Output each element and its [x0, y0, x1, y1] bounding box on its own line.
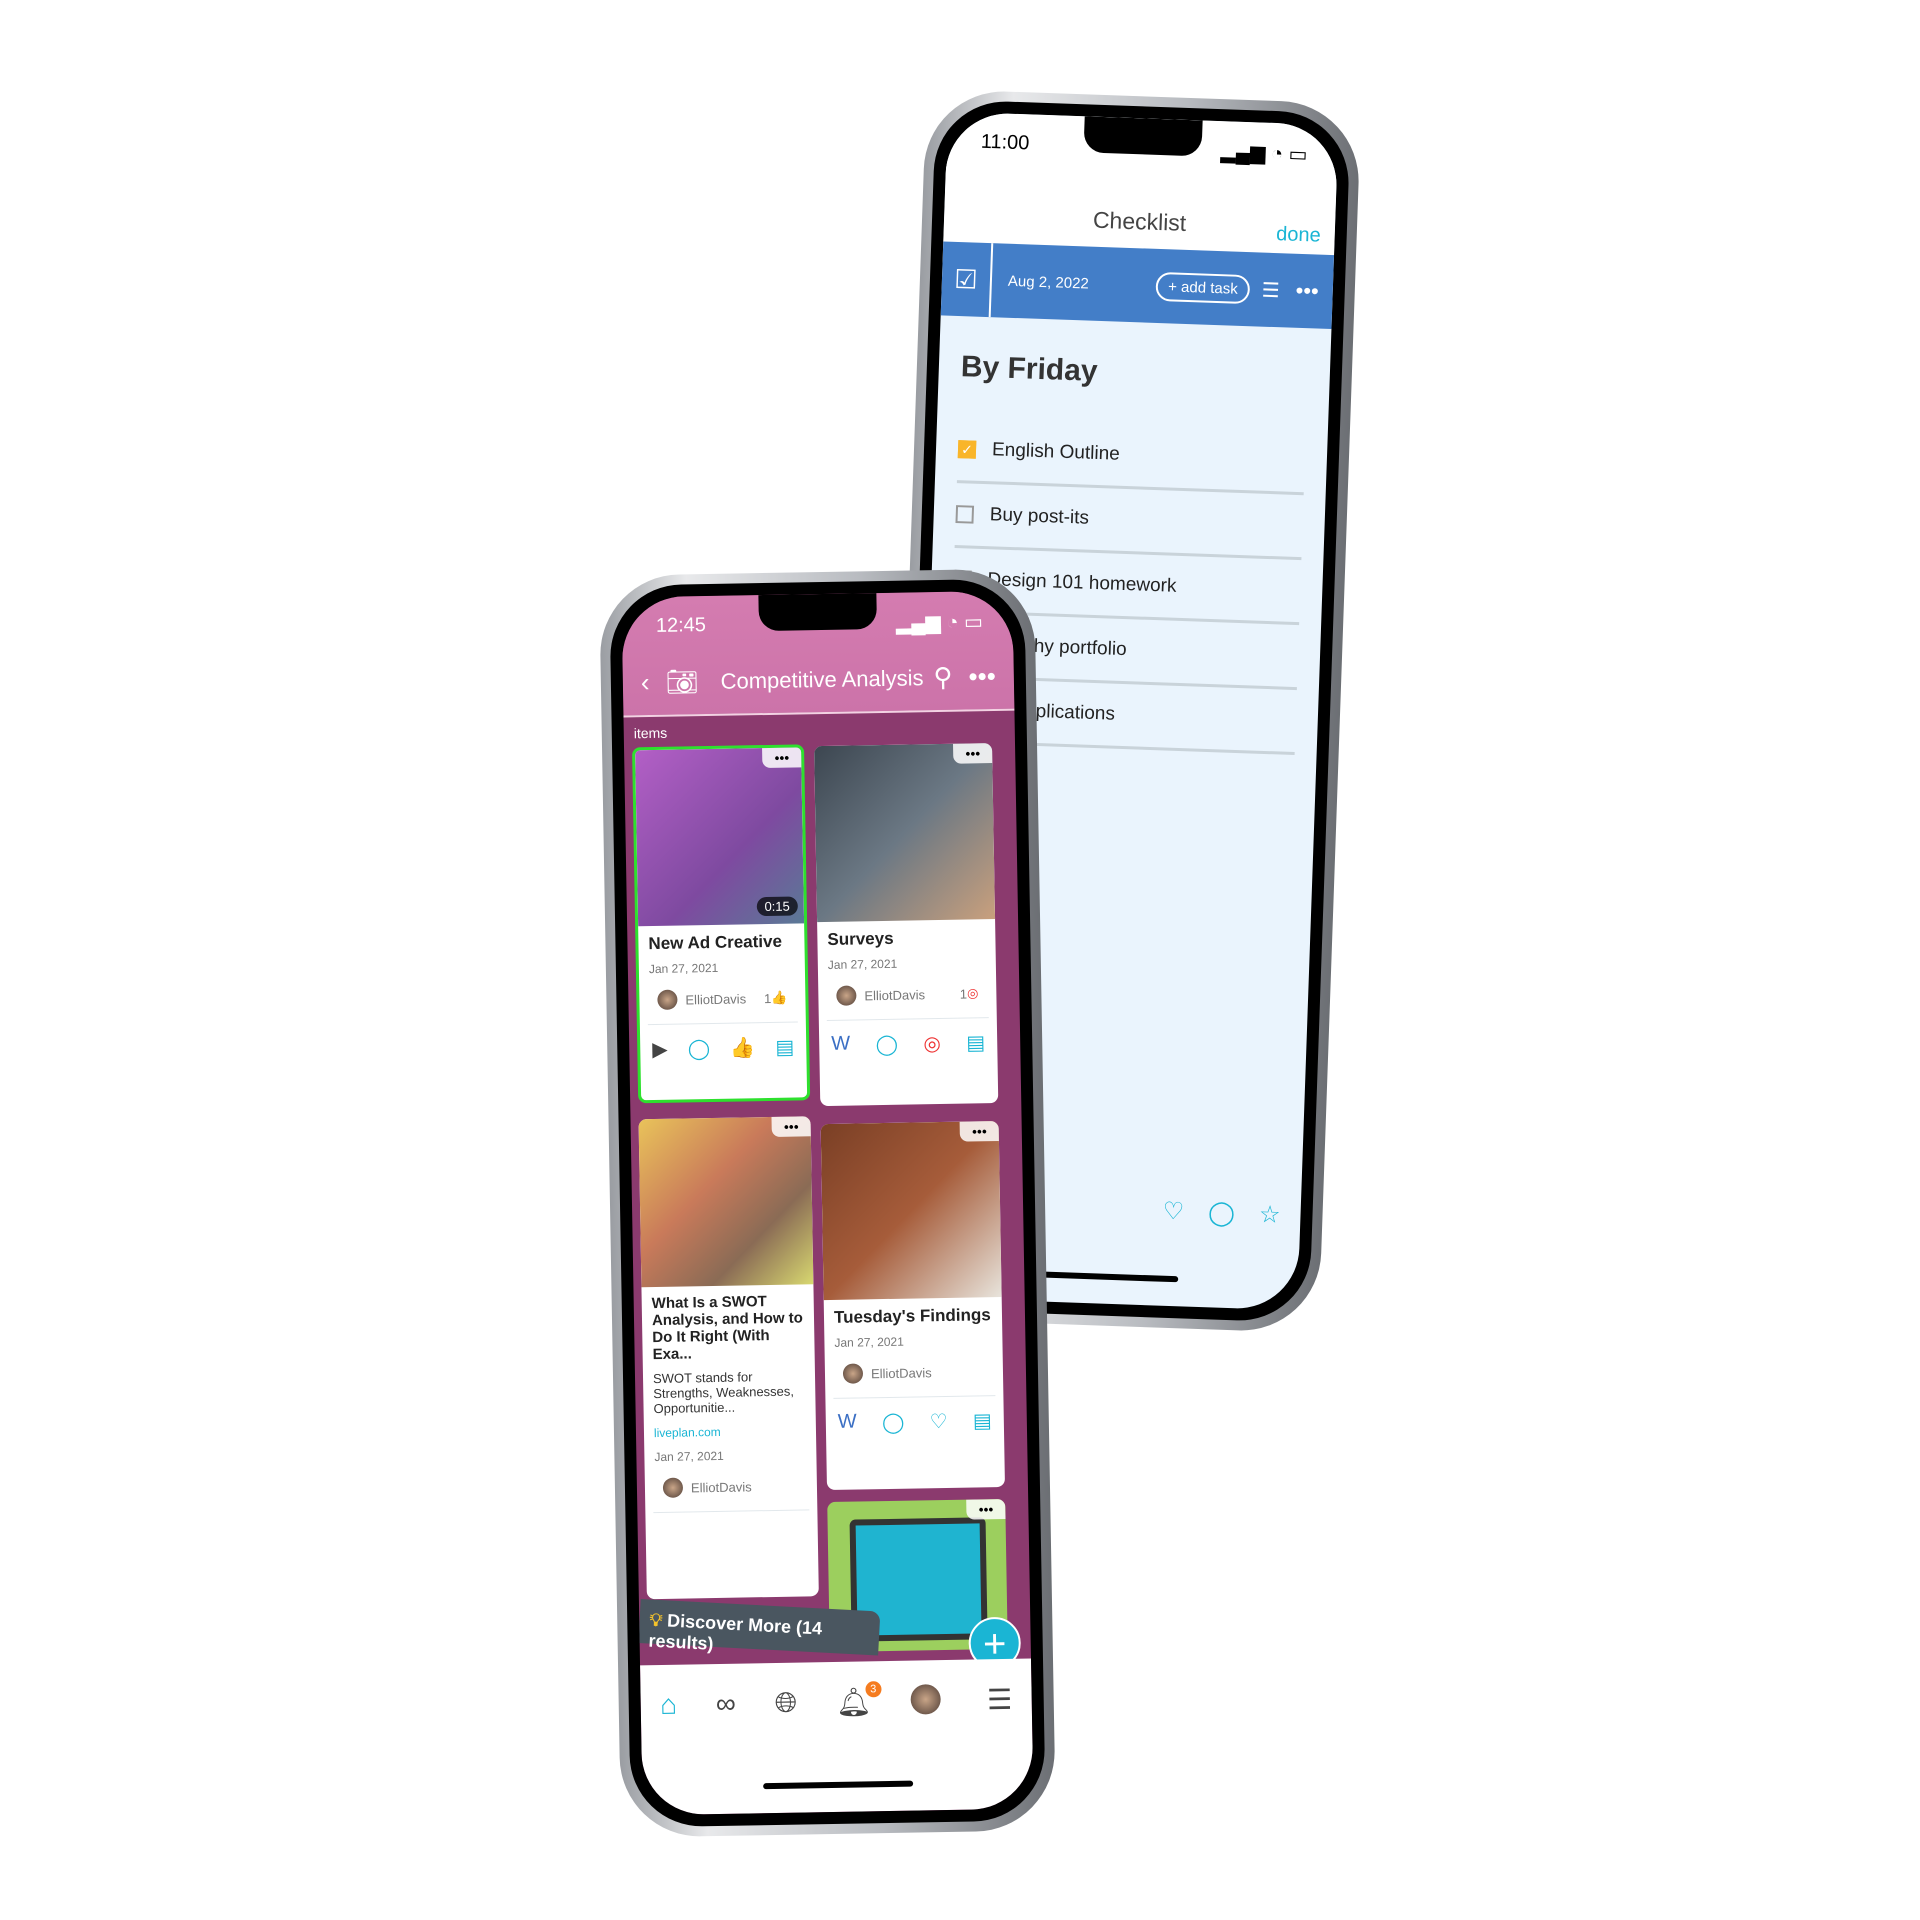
thumbs-up-icon[interactable]: 👍	[730, 1035, 755, 1060]
author: ElliotDavis	[870, 1364, 932, 1381]
heart-plus-icon[interactable]: ♡	[1162, 1197, 1185, 1227]
back-icon[interactable]: ‹	[641, 667, 650, 698]
play-icon[interactable]: ▶	[652, 1037, 668, 1062]
avatar	[662, 1477, 684, 1498]
target-icon: ◎	[966, 985, 979, 1001]
status-icons: ▂▄▆ ◔ ▭	[1220, 141, 1308, 167]
checkbox[interactable]	[955, 505, 975, 524]
home-indicator	[1027, 1271, 1178, 1283]
checklist-toolbar: ☑ Aug 2, 2022 + add task ☰ •••	[940, 241, 1335, 330]
item-label: Buy post-its	[989, 504, 1090, 529]
card-more-icon[interactable]: •••	[966, 1498, 1006, 1520]
search-icon[interactable]: ⚲	[933, 662, 953, 693]
card-link[interactable]: liveplan.com	[644, 1423, 816, 1440]
star-icon[interactable]: ☆	[1258, 1200, 1281, 1230]
notch	[1082, 116, 1203, 157]
clipboard-check-icon: ☑	[940, 241, 994, 318]
word-doc-icon[interactable]: W	[831, 1033, 850, 1058]
bell-icon[interactable]: 🔔︎ 3	[836, 1681, 882, 1812]
camera-icon[interactable]: 📷︎	[665, 666, 699, 698]
comment-icon[interactable]: ◯	[875, 1032, 898, 1057]
card-title: Surveys	[827, 928, 894, 949]
heart-plus-icon[interactable]: ♡	[929, 1409, 947, 1434]
comment-icon[interactable]: ◯	[882, 1410, 905, 1435]
card-more-icon[interactable]: •••	[771, 1116, 811, 1137]
card-title: What Is a SWOT Analysis, and How to Do I…	[651, 1293, 804, 1364]
checklist-item[interactable]: ✓ English Outline	[956, 418, 1306, 496]
target-icon[interactable]: ◎	[923, 1031, 941, 1056]
card-more-icon[interactable]: •••	[953, 743, 993, 764]
item-label: Design 101 homework	[987, 569, 1177, 597]
lightbulb-icon: 💡︎	[649, 1609, 668, 1631]
avatar	[657, 989, 678, 1010]
home-folder-icon[interactable]: ⌂	[660, 1689, 679, 1815]
page-title: Competitive Analysis	[720, 664, 924, 694]
avatar	[836, 985, 857, 1006]
globe-icon[interactable]: 🌐︎	[774, 1687, 799, 1813]
card-surveys[interactable]: ••• Surveys Jan 27, 2021 ElliotDavis 1 ◎ W…	[814, 743, 999, 1107]
card-more-icon[interactable]: •••	[959, 1121, 999, 1142]
document-icon[interactable]: ▤	[775, 1035, 794, 1060]
more-icon[interactable]: •••	[968, 661, 996, 692]
card-image: ••• 0:15	[635, 747, 805, 927]
card-image: •••	[820, 1121, 1002, 1301]
notch	[757, 593, 877, 632]
card-more-icon[interactable]: •••	[762, 747, 802, 769]
author: ElliotDavis	[690, 1478, 752, 1495]
section-label: items	[633, 724, 668, 742]
board-screen: 12:45 ▂▄▆ ◔ ▭ ‹ 📷︎ Competitive Analysis ⚲…	[621, 590, 1034, 1816]
done-button[interactable]: done	[1276, 223, 1321, 248]
add-task-label: add task	[1180, 278, 1239, 298]
card-title: New Ad Creative	[648, 931, 783, 954]
status-icons: ▂▄▆ ◔ ▭	[895, 611, 984, 635]
profile-avatar[interactable]	[909, 1684, 941, 1715]
connections-icon[interactable]: ∞	[716, 1688, 738, 1814]
comment-icon[interactable]: ◯	[688, 1036, 711, 1061]
checkbox-checked[interactable]: ✓	[957, 440, 977, 459]
card-new-ad-creative[interactable]: ••• 0:15 New Ad Creative Jan 27, 2021 El…	[632, 744, 811, 1104]
section-title: By Friday	[960, 350, 1099, 388]
checklist-item[interactable]: Buy post-its	[954, 483, 1304, 561]
checklist-date: Aug 2, 2022	[1007, 272, 1090, 293]
author: ElliotDavis	[685, 990, 747, 1007]
comment-icon[interactable]: ◯	[1208, 1198, 1236, 1228]
document-icon[interactable]: ▤	[973, 1408, 992, 1433]
menu-icon[interactable]: ☰	[987, 1683, 1014, 1809]
word-doc-icon[interactable]: W	[838, 1411, 857, 1436]
card-image: •••	[814, 743, 996, 923]
discover-label: Discover More (14 results)	[648, 1610, 823, 1654]
tab-bar: ⌂ ∞ 🌐︎ 🔔︎ 3 ☰	[640, 1658, 1034, 1816]
notification-badge: 3	[865, 1681, 882, 1698]
video-duration: 0:15	[756, 896, 798, 917]
sort-list-icon[interactable]: ☰	[1261, 277, 1280, 303]
board-phone: 12:45 ▂▄▆ ◔ ▭ ‹ 📷︎ Competitive Analysis ⚲…	[599, 568, 1056, 1838]
item-label: English Outline	[991, 439, 1121, 465]
card-swot-analysis[interactable]: ••• What Is a SWOT Analysis, and How to …	[638, 1116, 819, 1600]
card-tuesdays-findings[interactable]: ••• Tuesday's Findings Jan 27, 2021 Elli…	[820, 1121, 1005, 1491]
card-image: •••	[638, 1116, 814, 1288]
author: ElliotDavis	[864, 986, 926, 1003]
card-title: Tuesday's Findings	[833, 1305, 991, 1327]
status-time: 11:00	[980, 130, 1030, 155]
thumbs-up-icon: 👍	[771, 989, 788, 1005]
card-description: SWOT stands for Strengths, Weaknesses, O…	[652, 1369, 795, 1417]
document-icon[interactable]: ▤	[966, 1030, 985, 1055]
more-icon[interactable]: •••	[1295, 278, 1319, 305]
add-task-button[interactable]: + add task	[1155, 271, 1251, 304]
avatar	[842, 1363, 864, 1384]
status-time: 12:45	[655, 614, 707, 637]
